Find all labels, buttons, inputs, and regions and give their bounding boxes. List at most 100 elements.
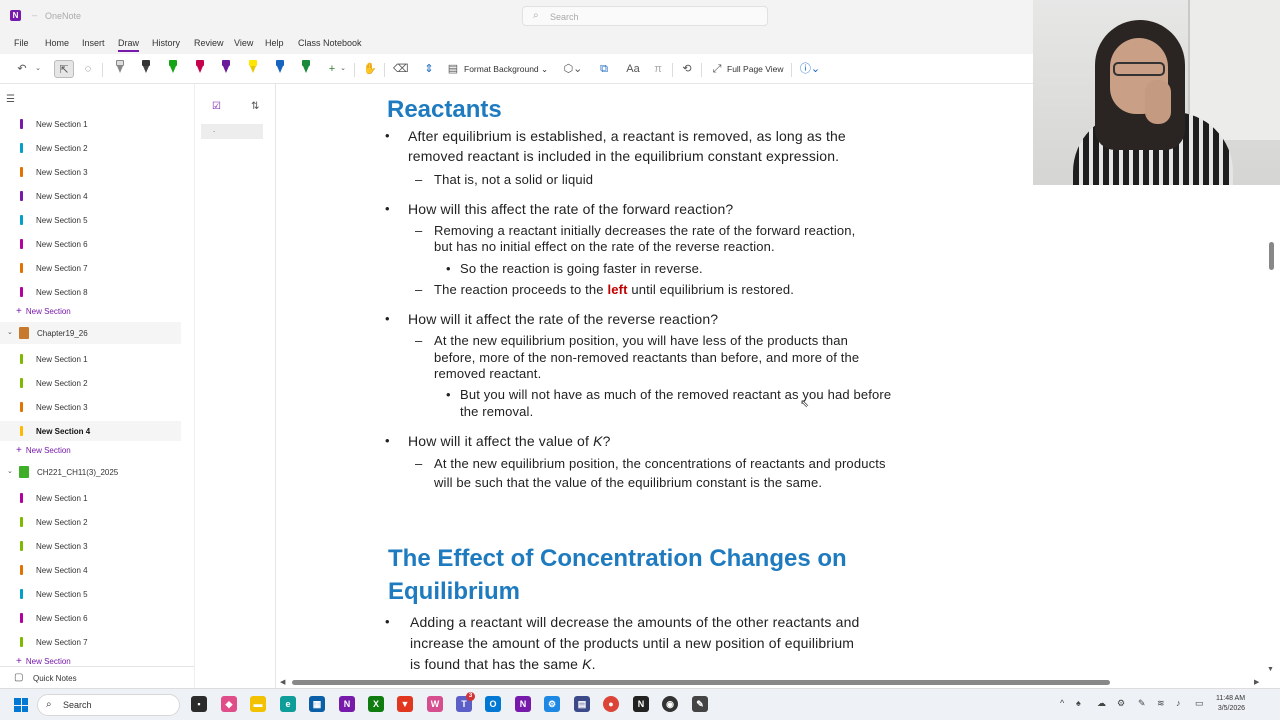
horizontal-scroll-thumb[interactable] <box>292 680 1110 685</box>
file-explorer-icon[interactable]: ▬ <box>250 696 266 712</box>
yellow-highlighter-icon[interactable] <box>248 60 258 78</box>
app-icon-w[interactable]: W <box>427 696 443 712</box>
menu-home[interactable]: Home <box>45 38 69 48</box>
obs-icon[interactable]: ◉ <box>662 696 678 712</box>
red-pen-icon[interactable] <box>195 60 205 78</box>
tray-cloud-icon[interactable]: ☁ <box>1097 698 1106 709</box>
insert-space-icon[interactable]: ⇕ <box>422 60 436 78</box>
copilot-icon[interactable]: ◆ <box>221 696 237 712</box>
sidebar-section-item[interactable]: New Section 8 <box>0 282 181 302</box>
quick-notes-button[interactable]: ▢ Quick Notes <box>0 666 194 688</box>
sidebar-section-item[interactable]: New Section 7 <box>0 258 181 278</box>
full-page-view-button[interactable]: Full Page View <box>727 60 791 78</box>
wifi-icon[interactable]: ≋ <box>1157 698 1165 709</box>
tray-pen-icon[interactable]: ✎ <box>1138 698 1146 709</box>
sidebar-section-item[interactable]: New Section 1 <box>0 114 181 134</box>
pan-hand-icon[interactable]: ✋ <box>363 60 377 78</box>
help-icon[interactable]: ⓘ⌄ <box>798 60 822 78</box>
settings-app-icon[interactable]: ⚙ <box>544 696 560 712</box>
eraser-icon[interactable]: ⌫ <box>393 60 409 78</box>
add-section-button[interactable]: + New Section <box>16 445 71 456</box>
sidebar-section-item[interactable]: New Section 2 <box>0 138 181 158</box>
shapes-icon[interactable]: ⬡⌄ <box>563 60 583 78</box>
edge-browser-icon[interactable]: e <box>280 696 296 712</box>
notebook-item-ch221[interactable]: ⌄ CH221_CH11(3)_2025 <box>0 461 181 483</box>
sidebar-section-item[interactable]: New Section 6 <box>0 608 181 628</box>
sidebar-section-item[interactable]: New Section 7 <box>0 632 181 652</box>
green-highlighter-icon[interactable] <box>301 60 311 78</box>
windows-start-icon[interactable] <box>14 698 28 712</box>
vertical-scroll-thumb[interactable] <box>1269 242 1274 270</box>
menu-file[interactable]: File <box>14 38 29 48</box>
sidebar-section-item-current[interactable]: New Section 4 <box>0 421 181 441</box>
sidebar-section-item[interactable]: New Section 6 <box>0 234 181 254</box>
menu-review[interactable]: Review <box>194 38 224 48</box>
onenote-alt-icon[interactable]: N <box>515 696 531 712</box>
sidebar-section-item[interactable]: New Section 4 <box>0 186 181 206</box>
chevron-down-icon[interactable]: ⌄ <box>7 328 13 336</box>
add-section-button[interactable]: + New Section <box>16 656 71 666</box>
ink-to-math-icon[interactable]: π <box>651 60 665 78</box>
black-pen-icon[interactable] <box>141 60 151 78</box>
notion-icon[interactable]: N <box>633 696 649 712</box>
undo-dropdown-icon[interactable]: ⌄ <box>33 60 43 78</box>
search-box[interactable]: ⌕ Search <box>522 6 768 26</box>
menu-history[interactable]: History <box>152 38 180 48</box>
blue-pen-icon[interactable] <box>275 60 285 78</box>
menu-class-notebook[interactable]: Class Notebook <box>298 38 362 48</box>
format-background-button[interactable]: Format Background ⌄ <box>464 60 550 78</box>
chevron-down-icon[interactable]: ⌄ <box>7 467 13 475</box>
tray-chevron-icon[interactable]: ^ <box>1060 698 1064 708</box>
select-tool-icon[interactable]: ⇱ <box>54 60 74 78</box>
volume-icon[interactable]: ♪ <box>1176 698 1181 708</box>
pen-app-icon[interactable]: ✎ <box>692 696 708 712</box>
menu-help[interactable]: Help <box>265 38 284 48</box>
task-view-icon[interactable]: ▪ <box>191 696 207 712</box>
ink-to-shape-icon[interactable]: ⧉ <box>597 60 611 78</box>
full-page-view-icon[interactable]: ⤢ <box>710 60 724 78</box>
battery-icon[interactable]: ▭ <box>1195 698 1204 709</box>
sidebar-section-item[interactable]: New Section 5 <box>0 210 181 230</box>
outlook-icon[interactable]: O <box>485 696 501 712</box>
scroll-right-arrow-icon[interactable]: ▶ <box>1254 678 1259 686</box>
tray-settings-icon[interactable]: ⚙ <box>1117 698 1125 709</box>
ink-to-text-icon[interactable]: Aa <box>626 60 640 78</box>
sidebar-section-item[interactable]: New Section 2 <box>0 512 181 532</box>
eraser-pen-icon[interactable] <box>115 60 125 78</box>
sidebar-section-item[interactable]: New Section 3 <box>0 397 181 417</box>
system-clock[interactable]: 11:48 AM 3/5/2026 <box>1216 694 1245 714</box>
format-background-icon[interactable]: ▤ <box>447 60 459 78</box>
sidebar-section-item[interactable]: New Section 1 <box>0 488 181 508</box>
onenote-taskbar-icon[interactable]: N <box>339 696 355 712</box>
sidebar-section-item[interactable]: New Section 5 <box>0 584 181 604</box>
menu-draw[interactable]: Draw <box>118 38 140 52</box>
chrome-icon[interactable]: ● <box>603 696 619 712</box>
scroll-down-arrow-icon[interactable]: ▼ <box>1267 666 1274 673</box>
tray-app-icon[interactable]: ♠ <box>1076 698 1081 708</box>
horizontal-scrollbar[interactable]: ◀ ▶ <box>277 678 1264 688</box>
sidebar-section-item[interactable]: New Section 3 <box>0 162 181 182</box>
hamburger-menu-icon[interactable]: ☰ <box>6 94 15 105</box>
sort-pages-icon[interactable]: ⇅ <box>251 101 259 112</box>
green-pen-icon[interactable] <box>168 60 178 78</box>
sidebar-section-item[interactable]: New Section 3 <box>0 536 181 556</box>
menu-insert[interactable]: Insert <box>82 38 105 48</box>
lasso-select-icon[interactable]: ◌ <box>80 60 96 78</box>
add-section-button[interactable]: + New Section <box>16 306 71 317</box>
page-list-item[interactable]: . <box>201 124 263 139</box>
brave-browser-icon[interactable]: ▼ <box>397 696 413 712</box>
notebook-item-chapter19[interactable]: ⌄ Chapter19_26 <box>0 322 181 344</box>
sidebar-section-item[interactable]: New Section 2 <box>0 373 181 393</box>
ink-replay-icon[interactable]: ⟲ <box>680 60 694 78</box>
store-icon[interactable]: ▦ <box>309 696 325 712</box>
taskbar-search[interactable]: ⌕ Search <box>37 694 180 716</box>
add-page-icon[interactable]: ☑ <box>212 101 226 115</box>
sidebar-section-item[interactable]: New Section 4 <box>0 560 181 580</box>
sidebar-section-item[interactable]: New Section 1 <box>0 349 181 369</box>
document-app-icon[interactable]: ▤ <box>574 696 590 712</box>
scroll-left-arrow-icon[interactable]: ◀ <box>280 678 285 686</box>
purple-pen-icon[interactable] <box>221 60 231 78</box>
menu-view[interactable]: View <box>234 38 253 48</box>
add-pen-icon[interactable]: + <box>325 60 339 78</box>
undo-icon[interactable]: ↶ <box>15 60 29 78</box>
